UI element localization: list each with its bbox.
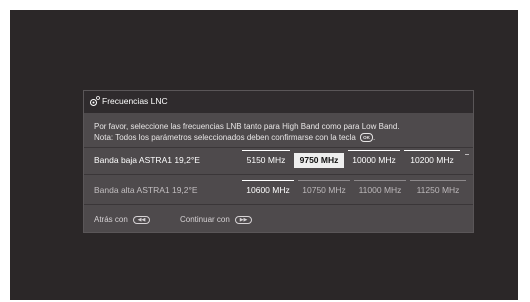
option-underline — [404, 150, 460, 151]
high-band-option-10600[interactable]: 10600 MHz — [242, 180, 294, 198]
low-band-option-9750[interactable]: 9750 MHz — [294, 153, 344, 168]
option-label: 5150 MHz — [246, 155, 286, 165]
dialog-header: Frecuencias LNC — [84, 91, 473, 113]
dialog-title: Frecuencias LNC — [102, 96, 168, 106]
option-label: 10750 MHz — [302, 185, 346, 195]
high-band-label: Banda alta ASTRA1 19,2°E — [94, 185, 198, 195]
option-underline — [354, 180, 406, 181]
low-band-label: Banda baja ASTRA1 19,2°E — [94, 155, 200, 165]
option-label: 10200 MHz — [410, 155, 454, 165]
lnb-frequency-dialog: Frecuencias LNC Por favor, seleccione la… — [84, 91, 473, 232]
continue-hint[interactable]: Continuar con ▶▶ — [180, 215, 253, 224]
option-label: 10000 MHz — [352, 155, 396, 165]
option-label: 9750 MHz — [299, 155, 339, 165]
high-band-option-11250[interactable]: 11250 MHz — [410, 180, 466, 198]
high-band-option-11000[interactable]: 11000 MHz — [354, 180, 406, 198]
option-underline — [348, 150, 400, 151]
back-label: Atrás con — [94, 215, 128, 224]
low-band-option-10200[interactable]: 10200 MHz — [404, 150, 460, 168]
ok-key-icon: OK — [360, 133, 374, 143]
satellite-settings-icon — [90, 96, 100, 106]
option-underline — [298, 180, 350, 181]
more-options-indicator — [465, 154, 469, 155]
description-line-2: Nota: Todos los parámetros seleccionados… — [94, 133, 376, 143]
fast-forward-key-icon: ▶▶ — [235, 215, 253, 224]
option-underline — [242, 150, 290, 151]
tv-screen: Frecuencias LNC Por favor, seleccione la… — [10, 10, 518, 300]
high-band-option-10750[interactable]: 10750 MHz — [298, 180, 350, 198]
rewind-key-icon: ◀◀ — [133, 215, 151, 224]
divider — [84, 174, 473, 175]
description-period: . — [373, 133, 376, 142]
option-label: 11000 MHz — [358, 185, 402, 195]
description-line-1: Por favor, seleccione las frecuencias LN… — [94, 122, 400, 131]
continue-label: Continuar con — [180, 215, 230, 224]
option-underline — [410, 180, 466, 181]
divider — [84, 147, 473, 148]
option-label: 10600 MHz — [246, 185, 290, 195]
low-band-option-10000[interactable]: 10000 MHz — [348, 150, 400, 168]
description-line-2-text: Nota: Todos los parámetros seleccionados… — [94, 133, 356, 142]
divider — [84, 204, 473, 205]
back-hint[interactable]: Atrás con ◀◀ — [94, 215, 151, 224]
option-label: 11250 MHz — [416, 185, 460, 195]
option-underline — [242, 180, 294, 181]
low-band-option-5150[interactable]: 5150 MHz — [242, 150, 290, 168]
